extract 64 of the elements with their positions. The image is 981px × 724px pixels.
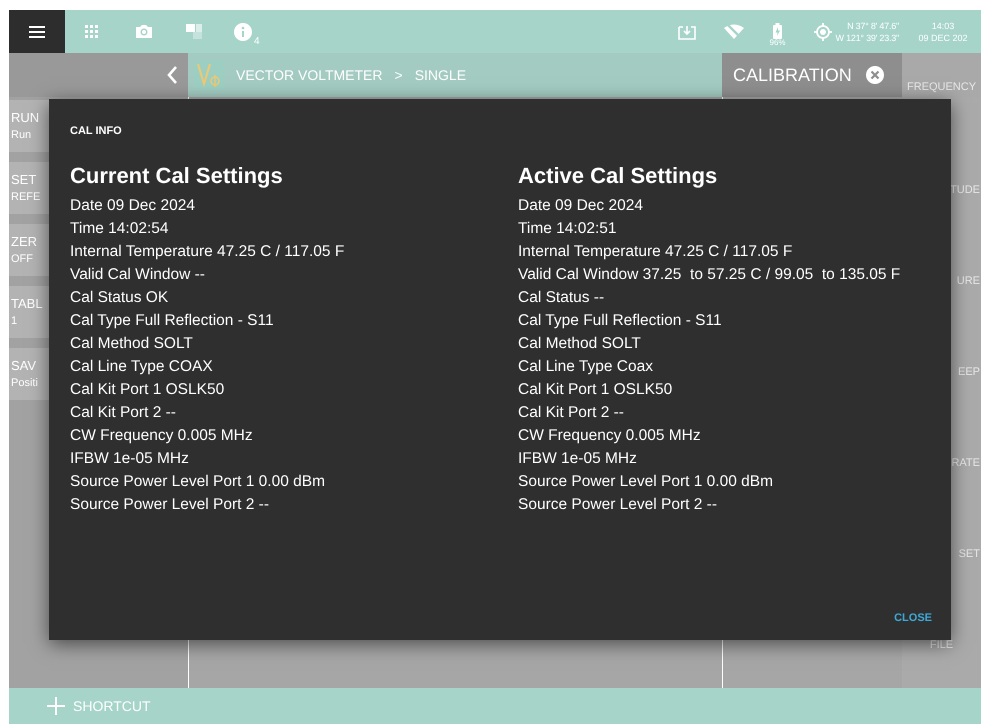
notification-count: 4 <box>254 34 260 48</box>
setting-line: Time 14:02:51 <box>518 218 618 238</box>
mode-title: VECTOR VOLTMETER <box>236 66 383 84</box>
setting-line: Cal Line Type COAX <box>70 356 214 376</box>
tab-label: CALIBRATION <box>733 64 852 86</box>
setting-line: Source Power Level Port 2 -- <box>518 494 718 514</box>
setting-line: Cal Kit Port 2 -- <box>518 402 625 422</box>
setting-line: Cal Method SOLT <box>518 334 642 354</box>
menu-icon <box>29 26 45 38</box>
dialog-title: CAL INFO <box>70 124 123 139</box>
clock-time: 14:03 <box>932 20 954 32</box>
setting-line: Time 14:02:54 <box>70 218 170 238</box>
wifi-off-icon <box>724 24 744 40</box>
section-heading: Current Cal Settings <box>70 162 284 190</box>
battery-icon <box>773 22 782 38</box>
windows-icon[interactable] <box>186 24 202 39</box>
setting-line: Cal Type Full Reflection - S11 <box>518 310 723 330</box>
setting-line: Internal Temperature 47.25 C / 117.05 F <box>70 242 346 262</box>
setting-line: Internal Temperature 47.25 C / 117.05 F <box>518 242 794 262</box>
setting-line: Cal Method SOLT <box>70 334 194 354</box>
info-icon[interactable] <box>234 22 252 40</box>
longitude: W 121° 39' 23.3" <box>836 32 899 44</box>
menu-label[interactable]: URE <box>956 272 981 290</box>
clock-date: 09 DEC 202 <box>918 32 968 44</box>
setting-line: Date 09 Dec 2024 <box>70 196 196 216</box>
download-icon[interactable] <box>678 24 696 40</box>
setting-line: CW Frequency 0.005 MHz <box>518 426 702 446</box>
setting-line: Valid Cal Window -- <box>70 264 206 284</box>
menu-label[interactable]: RATE <box>951 454 981 472</box>
setting-line: Cal Kit Port 2 -- <box>70 402 177 422</box>
battery-level: 96% <box>770 38 786 46</box>
section-heading: Active Cal Settings <box>518 162 718 190</box>
setting-line: Cal Kit Port 1 OSLK50 <box>70 380 226 400</box>
menu-button[interactable] <box>9 10 65 53</box>
shortcut-button[interactable]: SHORTCUT <box>47 696 151 716</box>
setting-line: Cal Type Full Reflection - S11 <box>70 310 275 330</box>
setting-line: Cal Status -- <box>518 288 606 308</box>
setting-line: IFBW 1e-05 MHz <box>518 448 638 468</box>
back-icon[interactable] <box>167 66 178 84</box>
setting-line: Cal Status OK <box>70 288 170 308</box>
submode-title: SINGLE <box>414 66 466 84</box>
camera-icon[interactable] <box>135 24 153 39</box>
breadcrumb-separator: > <box>394 66 403 84</box>
calibration-tab[interactable]: CALIBRATION <box>722 53 902 97</box>
close-button[interactable]: CLOSE <box>894 610 932 626</box>
menu-label[interactable]: EEP <box>958 363 981 381</box>
plus-icon <box>47 697 65 715</box>
close-icon[interactable] <box>866 66 884 84</box>
menu-label[interactable]: FREQUENCY <box>906 78 976 95</box>
setting-line: CW Frequency 0.005 MHz <box>70 426 254 446</box>
setting-line: IFBW 1e-05 MHz <box>70 448 190 468</box>
menu-label[interactable]: TUDE <box>950 181 981 199</box>
setting-line: Cal Kit Port 1 OSLK50 <box>518 380 674 400</box>
setting-line: Source Power Level Port 1 0.00 dBm <box>70 472 326 492</box>
vector-voltmeter-icon <box>194 60 224 90</box>
grid-icon[interactable] <box>85 24 99 38</box>
setting-line: Source Power Level Port 2 -- <box>70 494 270 514</box>
setting-line: Cal Line Type Coax <box>518 356 654 376</box>
location-icon <box>814 22 832 40</box>
setting-line: Valid Cal Window 37.25 to 57.25 C / 99.05 to 135.05 F <box>518 264 902 284</box>
menu-label[interactable]: SET <box>958 545 981 563</box>
setting-line: Source Power Level Port 1 0.00 dBm <box>518 472 774 492</box>
setting-line: Date 09 Dec 2024 <box>518 196 644 216</box>
latitude: N 37° 8' 47.6" <box>847 20 899 32</box>
